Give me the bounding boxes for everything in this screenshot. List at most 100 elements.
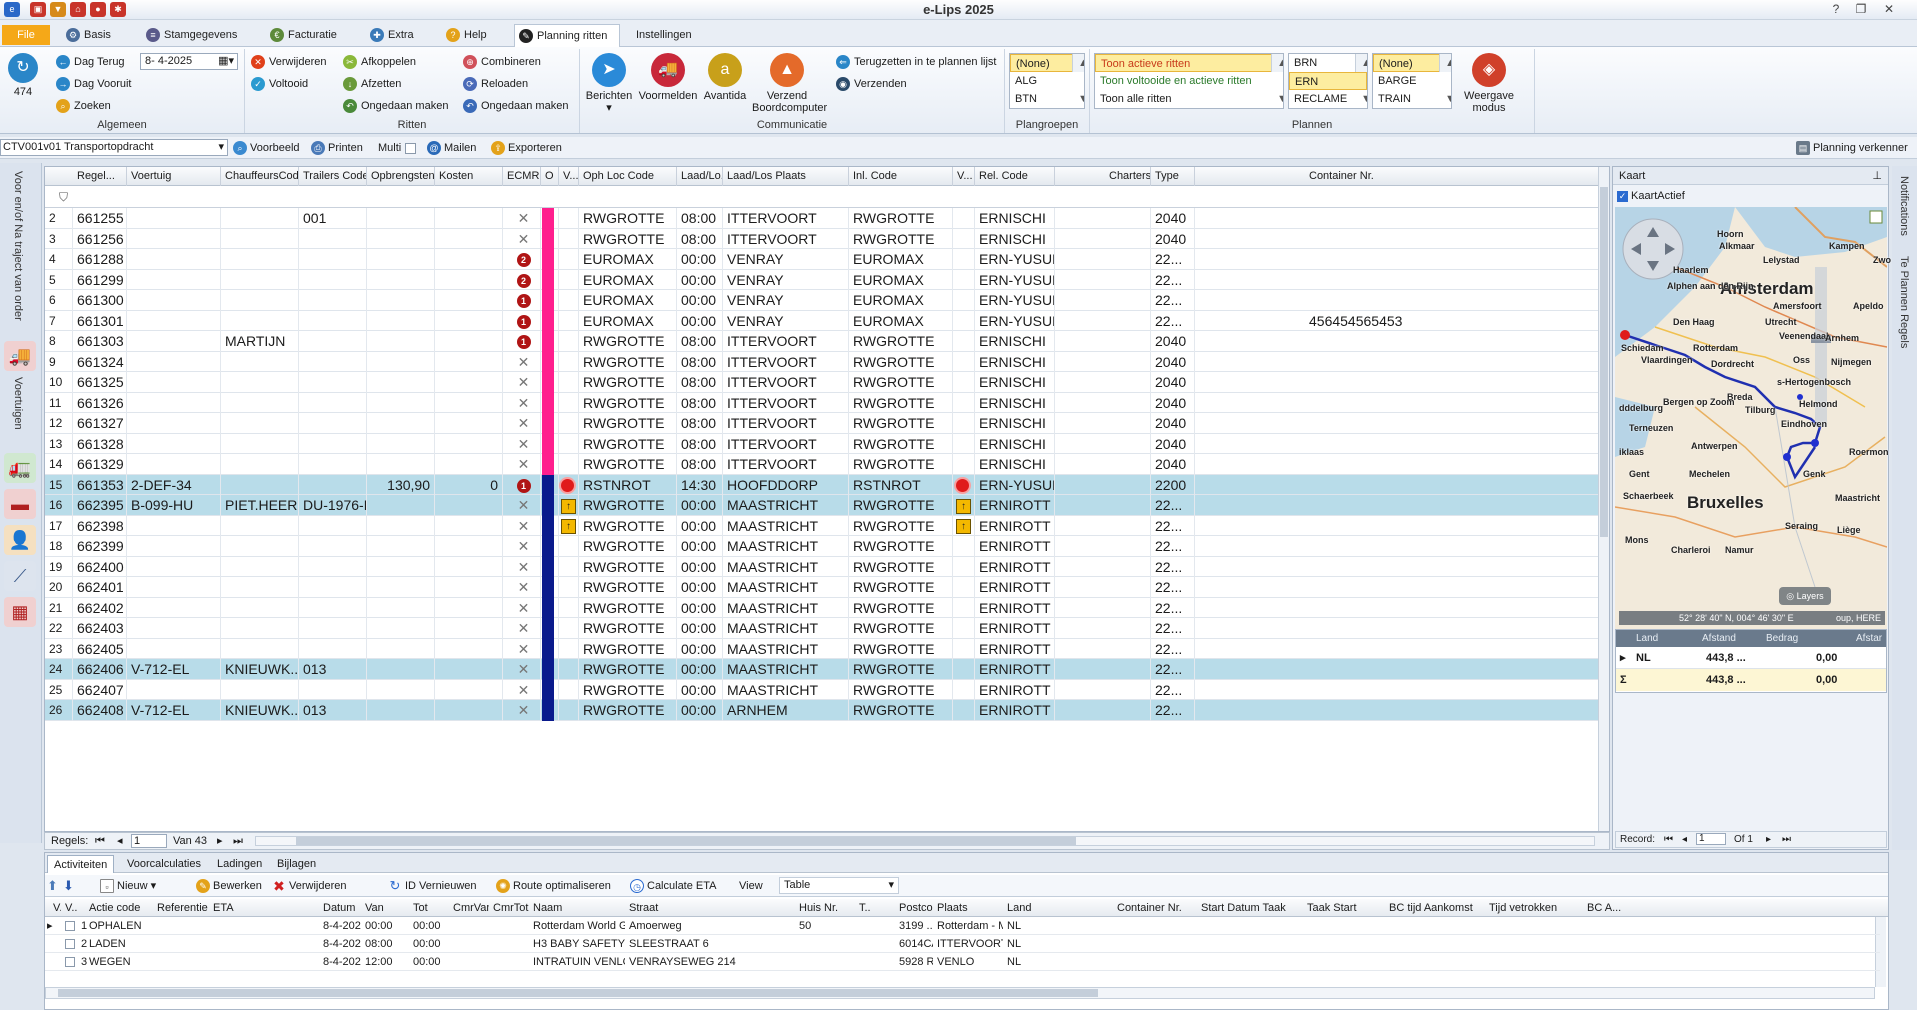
cell-laad-tijd[interactable]: 08:00	[677, 331, 723, 352]
cell-ecmr[interactable]: 2	[503, 269, 541, 290]
cell-container[interactable]	[1305, 208, 1601, 229]
cell-ecmr[interactable]: ✕	[503, 515, 541, 536]
cell-charters[interactable]	[1105, 228, 1151, 249]
table-row[interactable]: 10 661325 ✕ RWGROTTE 08:00 ITTERVOORT RWGROTTE…	[45, 372, 1601, 393]
cell-type[interactable]: 22...	[1151, 556, 1195, 577]
cell-laad-tijd[interactable]: 08:00	[677, 208, 723, 229]
column-header[interactable]: ChauffeursCode	[221, 167, 299, 186]
column-header[interactable]: Type	[1151, 167, 1195, 186]
cell-ecmr[interactable]: ✕	[503, 700, 541, 721]
cell-type[interactable]: 2040	[1151, 454, 1195, 475]
cell-laad-tijd[interactable]: 08:00	[677, 413, 723, 434]
filter-row[interactable]: ⛉	[45, 187, 1609, 208]
cell-type[interactable]: 22...	[1151, 269, 1195, 290]
cell-charters[interactable]	[1105, 556, 1151, 577]
cell-charters[interactable]	[1105, 372, 1151, 393]
cell-v1[interactable]	[559, 536, 579, 557]
activities-horizontal-scrollbar[interactable]	[45, 987, 1875, 999]
cell-chauffeur[interactable]	[221, 638, 299, 659]
cell-status-color[interactable]	[541, 679, 559, 700]
cell-naam[interactable]: Rotterdam World Gateway	[529, 917, 625, 935]
cell-inl-code[interactable]: RWGROTTE	[849, 208, 953, 229]
layers-button[interactable]: ◎ Layers	[1779, 587, 1831, 605]
cell-laad-plaats[interactable]: MAASTRICHT	[723, 618, 849, 639]
table-row[interactable]: 8 661303 MARTIJN 1 RWGROTTE 08:00 ITTERVOORT RW…	[45, 331, 1601, 352]
verzend-boordcomputer-button[interactable]: ▲ Verzend Boordcomputer	[752, 53, 827, 114]
cell-kosten[interactable]	[435, 228, 503, 249]
cell-status-color[interactable]	[541, 577, 559, 598]
row-number[interactable]: 2	[45, 208, 73, 229]
column-header[interactable]: Huis Nr.	[795, 899, 855, 917]
cell-charters[interactable]	[1105, 495, 1151, 516]
cell-oph-loc[interactable]: RWGROTTE	[579, 495, 677, 516]
cell-straat[interactable]: Amoerweg	[625, 917, 795, 935]
activity-row[interactable]: 3WEGEN8-4-202512:0000:00INTRATUIN VENLOV…	[45, 953, 1880, 971]
cell-v1[interactable]	[559, 331, 579, 352]
table-row[interactable]: 26 662408 V-712-EL KNIEUWK... 013 ✕ RWGROTTE 00…	[45, 700, 1601, 721]
cell-voertuig[interactable]	[127, 618, 221, 639]
cell-v1[interactable]	[559, 659, 579, 680]
cell-land[interactable]: NL	[1003, 917, 1113, 935]
table-row[interactable]: 5 661299 2 EUROMAX 00:00 VENRAY EUROMAX ERN-YUS…	[45, 269, 1601, 290]
cell-v2[interactable]	[953, 310, 975, 331]
cell-ecmr[interactable]: ✕	[503, 495, 541, 516]
cell-trailer[interactable]: 013	[299, 659, 367, 680]
refresh-button[interactable]: ↻ 474	[6, 53, 40, 98]
cell-charters[interactable]	[1105, 679, 1151, 700]
cell-chauffeur[interactable]	[221, 474, 299, 495]
driver-icon[interactable]: 👤	[4, 525, 36, 555]
cell-charters[interactable]	[1105, 638, 1151, 659]
cell-laad-plaats[interactable]: MAASTRICHT	[723, 679, 849, 700]
voorbeeld-button[interactable]: ⌕ Voorbeeld	[232, 140, 300, 156]
cell-opbrengsten[interactable]	[367, 515, 435, 536]
list-item[interactable]: TRAIN	[1373, 90, 1451, 108]
row-number[interactable]: 5	[45, 269, 73, 290]
cell-trailer[interactable]: DU-1976-R	[299, 495, 367, 516]
page-input[interactable]: 1	[131, 834, 167, 848]
cell-ecmr[interactable]: ✕	[503, 577, 541, 598]
cell-rel-code[interactable]: ERNIROTT	[975, 700, 1055, 721]
cell-regel[interactable]: 662402	[73, 597, 127, 618]
cell-container[interactable]	[1305, 495, 1601, 516]
cell-type[interactable]: 22...	[1151, 659, 1195, 680]
cell-kosten[interactable]	[435, 618, 503, 639]
cell-v2[interactable]	[953, 454, 975, 475]
cell-inl-code[interactable]: RWGROTTE	[849, 228, 953, 249]
column-header[interactable]: V...	[953, 167, 975, 186]
tab-ladingen[interactable]: Ladingen	[211, 855, 268, 873]
cell-container[interactable]	[1305, 700, 1601, 721]
cell-status-color[interactable]	[541, 310, 559, 331]
cell-voertuig[interactable]: V-712-EL	[127, 659, 221, 680]
table-row[interactable]: 18 662399 ✕ RWGROTTE 00:00 MAASTRICHT RWGROTTE…	[45, 536, 1601, 557]
cell-post[interactable]: 5928 RJ	[895, 953, 933, 971]
row-number[interactable]: 13	[45, 433, 73, 454]
cell-v1[interactable]	[559, 372, 579, 393]
cell-oph-loc[interactable]: RWGROTTE	[579, 454, 677, 475]
cell-ecmr[interactable]: ✕	[503, 372, 541, 393]
tab-basis[interactable]: ⚙ Basis	[62, 24, 111, 46]
cell-trailer[interactable]: 001	[299, 208, 367, 229]
cell-type[interactable]: 2040	[1151, 351, 1195, 372]
list-item[interactable]: BTN	[1010, 90, 1084, 108]
tab-file[interactable]: File	[2, 25, 50, 45]
cell-van[interactable]: 08:00	[361, 935, 409, 953]
cell-chauffeur[interactable]	[221, 597, 299, 618]
cell-v2[interactable]: ↑	[953, 495, 975, 516]
column-header[interactable]: Tot	[409, 899, 449, 917]
cell-inl-code[interactable]: EUROMAX	[849, 249, 953, 270]
calendar-icon[interactable]: ▦▾	[218, 54, 234, 69]
cell-trailer[interactable]	[299, 249, 367, 270]
ongedaan-maken-combine-button[interactable]: ↶ Ongedaan maken	[461, 97, 568, 115]
tab-stamgegevens[interactable]: ≡ Stamgegevens	[142, 24, 237, 46]
cell-oph-loc[interactable]: RWGROTTE	[579, 351, 677, 372]
cell-v2[interactable]	[953, 597, 975, 618]
cell-laad-tijd[interactable]: 08:00	[677, 228, 723, 249]
cell-ecmr[interactable]: ✕	[503, 413, 541, 434]
cell-type[interactable]: 22...	[1151, 515, 1195, 536]
cell-kosten[interactable]	[435, 249, 503, 270]
cell-inl-code[interactable]: RWGROTTE	[849, 536, 953, 557]
column-header[interactable]: Trailers Code	[299, 167, 367, 186]
cell-regel[interactable]: 661329	[73, 454, 127, 475]
cell-ecmr[interactable]: ✕	[503, 536, 541, 557]
cell-ecmr[interactable]: 1	[503, 331, 541, 352]
